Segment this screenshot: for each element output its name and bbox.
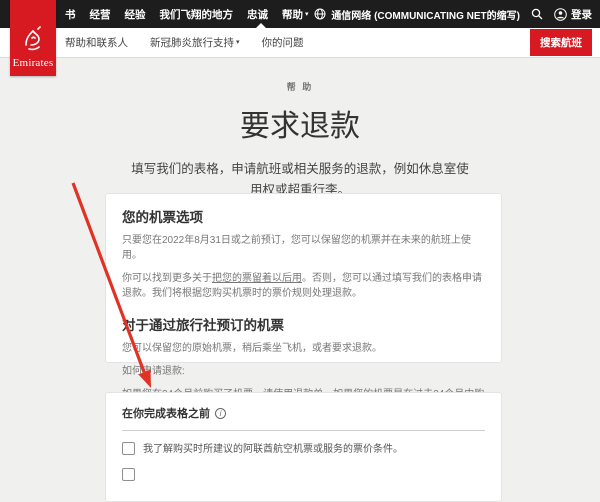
travel-agent-heading: 对于通过旅行社预订的机票	[122, 314, 485, 334]
keep-ticket-link[interactable]: 把您的票留着以后用	[212, 273, 302, 284]
language-selector[interactable]: 通信网络 (COMMUNICATING NET的缩写)	[314, 7, 520, 22]
before-form-heading: 在你完成表格之前 i	[122, 405, 485, 421]
emirates-wordmark: Emirates	[13, 57, 54, 69]
secondary-nav: 帮助和联系人 新冠肺炎旅行支持 ▾ 你的问题	[65, 35, 304, 50]
info-icon[interactable]: i	[215, 408, 226, 419]
top-navigation-bar: 书 经营 经验 我们飞翔的地方 忠诚 帮助 ▾ 通信网络 (COMMUNICAT…	[0, 0, 600, 28]
search-icon	[531, 8, 543, 20]
divider	[122, 430, 485, 431]
search-flights-button[interactable]: 搜索航班	[530, 29, 592, 56]
second-checkbox-row[interactable]	[122, 468, 485, 481]
before-form-card: 在你完成表格之前 i 我了解购买时所建议的阿联酋航空机票或服务的票价条件。	[105, 392, 502, 502]
second-checkbox[interactable]	[122, 468, 135, 481]
login-label: 登录	[571, 7, 592, 22]
page-title: 要求退款	[0, 101, 600, 145]
nav-help[interactable]: 帮助 ▾	[282, 7, 309, 22]
travel-agent-paragraph-2: 如何申请退款:	[122, 364, 485, 379]
ticket-options-paragraph-2: 你可以找到更多关于把您的票留着以后用。否则，您可以通过填写我们的表格申请退款。我…	[122, 271, 485, 301]
nav-loyalty[interactable]: 忠诚	[247, 7, 268, 22]
login-button[interactable]: 登录	[554, 7, 592, 22]
nav-where-we-fly[interactable]: 我们飞翔的地方	[160, 7, 234, 22]
chevron-down-icon: ▾	[305, 11, 309, 18]
nav-experience[interactable]: 经验	[125, 7, 146, 22]
fare-conditions-checkbox-row[interactable]: 我了解购买时所建议的阿联酋航空机票或服务的票价条件。	[122, 442, 485, 457]
emirates-logo[interactable]: Emirates	[10, 0, 56, 76]
chevron-down-icon: ▾	[236, 39, 240, 46]
nav-book[interactable]: 书	[65, 7, 76, 22]
subnav-your-questions[interactable]: 你的问题	[262, 35, 304, 50]
language-label: 通信网络 (COMMUNICATING NET的缩写)	[331, 7, 520, 22]
breadcrumb-eyebrow: 帮 助	[0, 80, 600, 93]
page-header: 帮 助 要求退款 填写我们的表格，申请航班或相关服务的退款，例如休息室使用权或超…	[0, 80, 600, 200]
arabic-calligraphy-icon	[18, 25, 48, 55]
search-button[interactable]	[531, 8, 543, 20]
ticket-options-card: 您的机票选项 只要您在2022年8月31日或之前预订，您可以保留您的机票并在未来…	[105, 193, 502, 363]
user-icon	[554, 8, 567, 21]
ticket-options-paragraph-1: 只要您在2022年8月31日或之前预订，您可以保留您的机票并在未来的航班上使用。	[122, 233, 485, 263]
fare-conditions-checkbox[interactable]	[122, 442, 135, 455]
fare-conditions-checkbox-label: 我了解购买时所建议的阿联酋航空机票或服务的票价条件。	[143, 442, 403, 457]
nav-manage[interactable]: 经营	[90, 7, 111, 22]
subnav-covid-support[interactable]: 新冠肺炎旅行支持 ▾	[150, 35, 240, 50]
topbar-right-cluster: 通信网络 (COMMUNICATING NET的缩写) 登录	[314, 7, 592, 22]
globe-icon	[314, 8, 326, 20]
primary-nav: 书 经营 经验 我们飞翔的地方 忠诚 帮助 ▾	[65, 7, 309, 22]
secondary-navigation-bar: 帮助和联系人 新冠肺炎旅行支持 ▾ 你的问题 搜索航班	[0, 28, 600, 58]
subnav-help-contacts[interactable]: 帮助和联系人	[65, 35, 128, 50]
ticket-options-heading: 您的机票选项	[122, 206, 485, 226]
travel-agent-paragraph-1: 您可以保留您的原始机票，稍后乘坐飞机，或者要求退款。	[122, 341, 485, 356]
